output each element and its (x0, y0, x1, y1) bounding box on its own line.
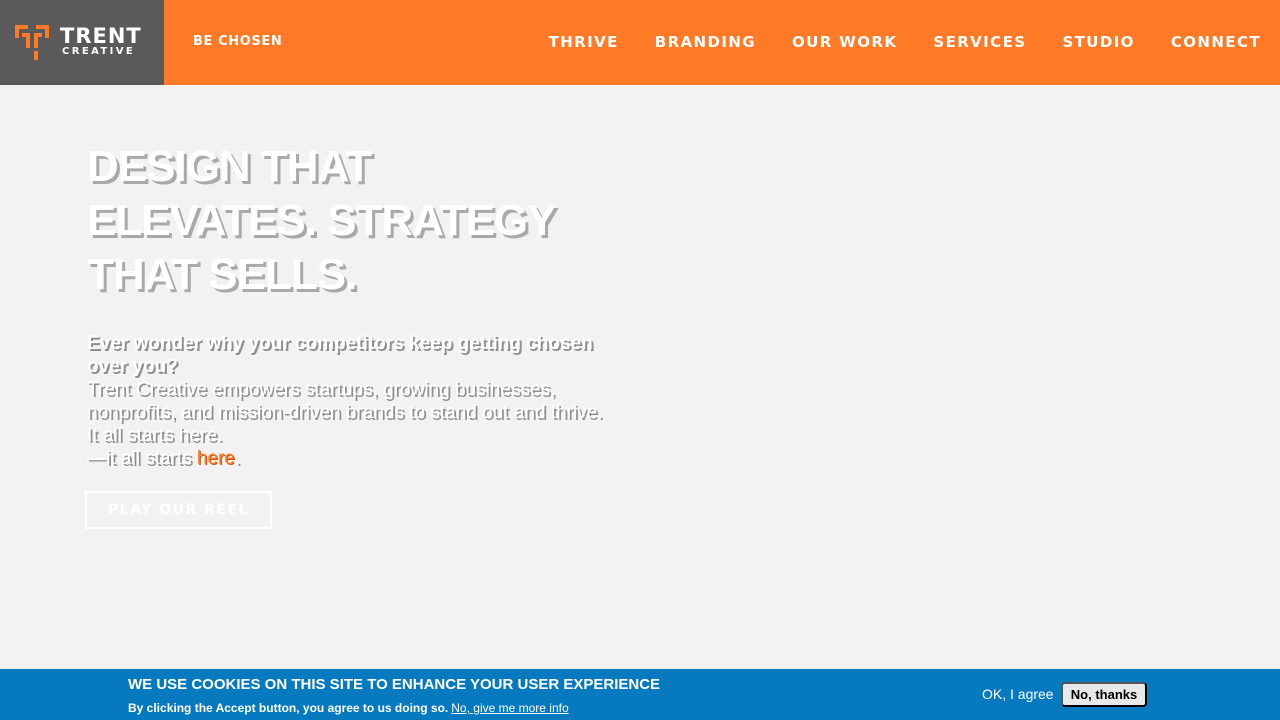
tagline: BE CHOSEN (193, 34, 283, 49)
cookie-banner: WE USE COOKIES ON THIS SITE TO ENHANCE Y… (0, 669, 1280, 720)
cookie-message: By clicking the Accept button, you agree… (128, 701, 449, 715)
site-header: TRENT CREATIVE BE CHOSEN THRIVE BRANDING… (0, 0, 1280, 85)
logo-wordmark: TRENT (60, 24, 142, 48)
hero-tail-suffix: . (234, 448, 241, 469)
cookie-agree-button[interactable]: OK, I agree (982, 686, 1054, 702)
nav-item-thrive[interactable]: THRIVE (549, 33, 619, 51)
main-nav: THRIVE BRANDING OUR WORK SERVICES STUDIO… (549, 33, 1261, 51)
trent-logo-icon (15, 25, 49, 60)
hero-tail-prefix: —it all starts (87, 448, 197, 469)
logo-subtitle: CREATIVE (62, 46, 136, 57)
nav-item-branding[interactable]: BRANDING (655, 33, 756, 51)
nav-item-our-work[interactable]: OUR WORK (792, 33, 897, 51)
play-reel-button[interactable]: PLAY OUR REEL (85, 491, 272, 529)
cookie-more-info-link[interactable]: No, give me more info (451, 701, 568, 715)
hero-tail: —it all starts here. (87, 447, 607, 470)
nav-item-services[interactable]: SERVICES (933, 33, 1026, 51)
nav-item-studio[interactable]: STUDIO (1062, 33, 1134, 51)
hero-question: Ever wonder why your competitors keep ge… (87, 333, 593, 377)
cookie-text: By clicking the Accept button, you agree… (128, 701, 569, 715)
hero-body: Trent Creative empowers startups, growin… (87, 379, 603, 446)
logo-link[interactable]: TRENT CREATIVE (0, 0, 164, 85)
hero-title: DESIGN THAT ELEVATES. STRATEGY THAT SELL… (87, 142, 556, 299)
here-link[interactable]: here (197, 448, 235, 469)
cookie-decline-button[interactable]: No, thanks (1061, 682, 1147, 707)
hero-text: Ever wonder why your competitors keep ge… (87, 332, 607, 470)
cookie-title: WE USE COOKIES ON THIS SITE TO ENHANCE Y… (128, 676, 661, 693)
nav-item-connect[interactable]: CONNECT (1171, 33, 1261, 51)
